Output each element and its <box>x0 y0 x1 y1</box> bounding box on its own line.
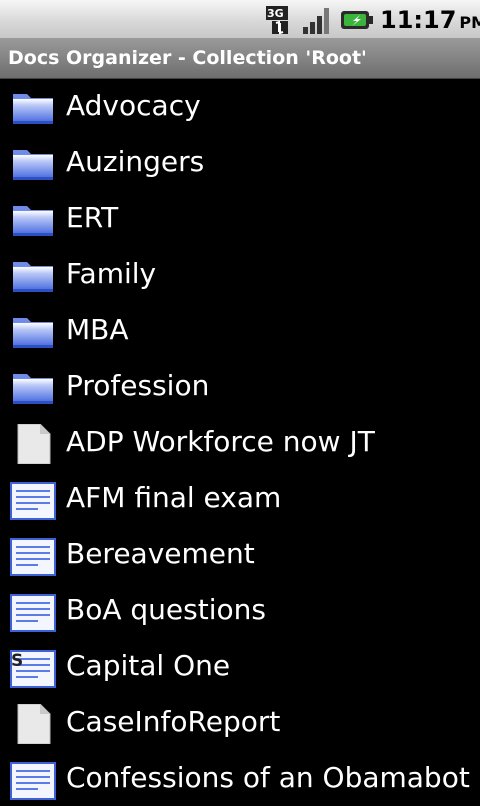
title-bar: Docs Organizer - Collection 'Root' <box>0 38 480 79</box>
blank-file-icon <box>10 703 58 745</box>
svg-text:S: S <box>11 651 23 671</box>
list-item-label: ADP Workforce now JT <box>66 425 375 458</box>
list-item-label: BoA questions <box>66 593 266 626</box>
list-item-label: CaseInfoReport <box>66 705 281 738</box>
folder-icon <box>10 88 58 128</box>
folder-icon <box>10 200 58 240</box>
page-title: Docs Organizer - Collection 'Root' <box>8 47 367 69</box>
status-bar: 3G 11:17 PM <box>0 0 480 38</box>
list-item[interactable]: Confessions of an Obamabot <box>0 750 480 806</box>
document-icon <box>10 592 58 632</box>
list-item[interactable]: Profession <box>0 358 480 414</box>
list-item[interactable]: Advocacy <box>0 78 480 134</box>
list-item[interactable]: S Capital One <box>0 638 480 694</box>
list-item-label: Bereavement <box>66 537 255 570</box>
list-item[interactable]: AFM final exam <box>0 470 480 526</box>
folder-icon <box>10 144 58 184</box>
list-item[interactable]: BoA questions <box>0 582 480 638</box>
list-item-label: ERT <box>66 201 119 234</box>
list-item-label: Confessions of an Obamabot <box>66 761 470 794</box>
list-item-label: Auzingers <box>66 145 205 178</box>
battery-charging-icon <box>341 11 373 29</box>
list-item-label: Family <box>66 257 157 290</box>
3g-data-icon: 3G <box>266 6 288 35</box>
list-item[interactable]: Auzingers <box>0 134 480 190</box>
folder-icon <box>10 256 58 296</box>
svg-text:3G: 3G <box>267 7 284 20</box>
list-item[interactable]: Bereavement <box>0 526 480 582</box>
clock-ampm: PM <box>459 13 480 32</box>
folder-icon <box>10 312 58 352</box>
list-item-label: Advocacy <box>66 89 201 122</box>
list-item-label: Capital One <box>66 649 231 682</box>
list-item[interactable]: ERT <box>0 190 480 246</box>
status-clock: 11:17 PM <box>380 6 480 34</box>
document-icon <box>10 760 58 800</box>
blank-file-icon <box>10 423 58 465</box>
spreadsheet-document-icon: S <box>10 648 58 688</box>
list-item-label: AFM final exam <box>66 481 282 514</box>
list-item[interactable]: MBA <box>0 302 480 358</box>
signal-strength-icon <box>303 8 329 34</box>
list-item-label: MBA <box>66 313 129 346</box>
list-item[interactable]: CaseInfoReport <box>0 694 480 750</box>
folder-icon <box>10 368 58 408</box>
document-icon <box>10 536 58 576</box>
list-item[interactable]: ADP Workforce now JT <box>0 414 480 470</box>
list-item-label: Profession <box>66 369 210 402</box>
list-item[interactable]: Family <box>0 246 480 302</box>
clock-time: 11:17 <box>380 6 457 34</box>
document-icon <box>10 480 58 520</box>
